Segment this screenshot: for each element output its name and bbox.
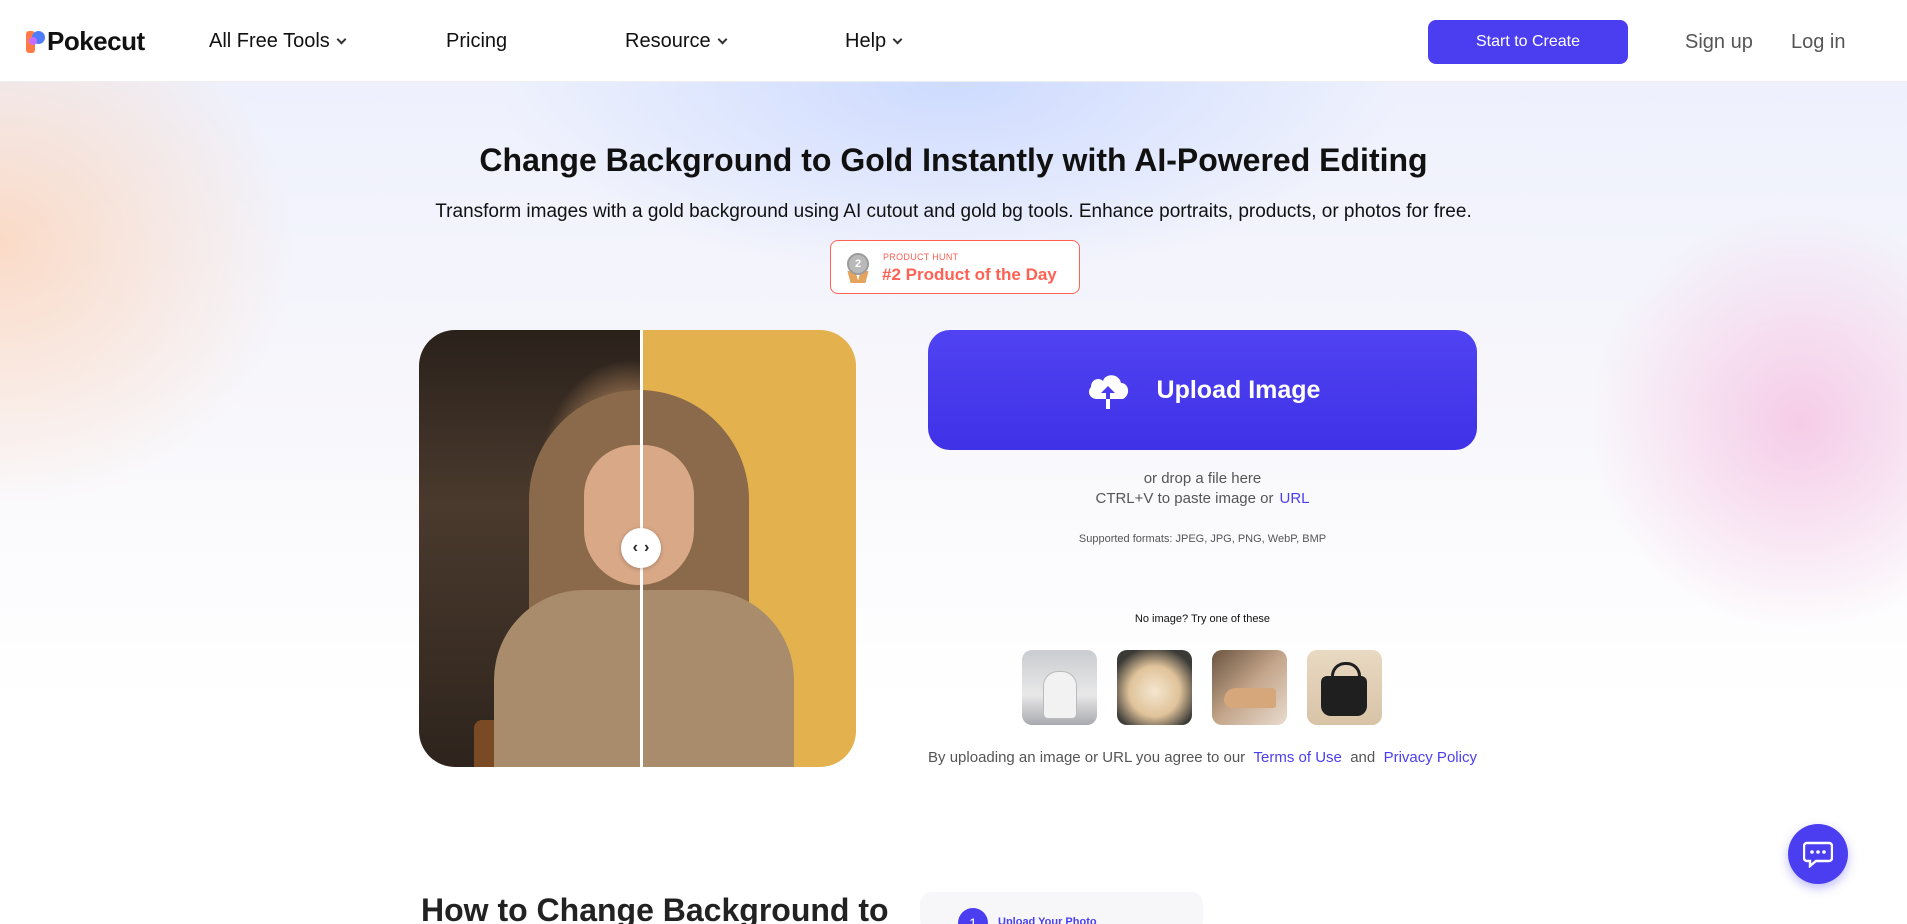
chevron-left-icon: ‹: [632, 539, 638, 556]
page-title: Change Background to Gold Instantly with…: [479, 142, 1428, 178]
paste-hint: CTRL+V to paste image or URL: [928, 490, 1477, 507]
terms-notice: By uploading an image or URL you agree t…: [860, 749, 1545, 766]
product-hunt-badge[interactable]: 2 PRODUCT HUNT #2 Product of the Day: [830, 240, 1080, 294]
chat-support-button[interactable]: [1788, 824, 1848, 884]
nav-help[interactable]: Help: [845, 30, 903, 53]
sample-images: [1022, 650, 1382, 725]
chevron-down-icon: [892, 34, 903, 45]
nav-label: Help: [845, 30, 887, 52]
badge-kicker: PRODUCT HUNT: [883, 252, 959, 262]
compare-slider-handle[interactable]: ‹ ›: [621, 528, 661, 568]
nav-label: Resource: [625, 30, 711, 52]
badge-text: #2 Product of the Day: [882, 265, 1057, 284]
sample-woman[interactable]: [1022, 650, 1097, 725]
sample-shoes[interactable]: [1212, 650, 1287, 725]
brand-name: Pokecut: [47, 26, 145, 56]
top-nav: Pokecut All Free Tools Pricing Resource …: [0, 0, 1907, 82]
supported-formats: Supported formats: JPEG, JPG, PNG, WebP,…: [1078, 533, 1327, 545]
chevron-right-icon: ›: [644, 539, 650, 556]
nav-label: All Free Tools: [209, 30, 330, 52]
chevron-down-icon: [336, 34, 347, 45]
how-to-title: How to Change Background to: [421, 892, 889, 924]
sample-handbag[interactable]: [1307, 650, 1382, 725]
start-to-create-button[interactable]: Start to Create: [1428, 20, 1628, 64]
upload-image-button[interactable]: Upload Image: [928, 330, 1477, 450]
terms-prefix: By uploading an image or URL you agree t…: [928, 749, 1246, 766]
brand-logo[interactable]: Pokecut: [26, 26, 145, 57]
nav-resource[interactable]: Resource: [625, 30, 728, 53]
sample-dog[interactable]: [1117, 650, 1192, 725]
privacy-policy-link[interactable]: Privacy Policy: [1384, 749, 1477, 766]
paste-text: CTRL+V to paste image or: [1095, 490, 1274, 507]
portrait-subject: [474, 390, 804, 767]
cloud-upload-icon: [1088, 375, 1128, 409]
url-link[interactable]: URL: [1280, 490, 1310, 507]
medal-icon: 2: [845, 253, 871, 285]
step-label: Upload Your Photo: [998, 916, 1097, 924]
drop-hint: or drop a file here: [1143, 470, 1262, 487]
nav-label: Pricing: [446, 30, 508, 52]
log-in-link[interactable]: Log in: [1791, 31, 1846, 54]
sample-images-label: No image? Try one of these: [1134, 613, 1271, 625]
upload-button-label: Upload Image: [1156, 375, 1321, 404]
logo-icon: [26, 29, 46, 55]
sign-up-link[interactable]: Sign up: [1685, 31, 1753, 54]
before-after-comparison[interactable]: ‹ ›: [419, 330, 856, 767]
page-subtitle: Transform images with a gold background …: [435, 201, 1472, 222]
nav-pricing[interactable]: Pricing: [446, 30, 507, 53]
nav-all-free-tools[interactable]: All Free Tools: [209, 30, 347, 53]
terms-and: and: [1350, 749, 1376, 766]
terms-of-use-link[interactable]: Terms of Use: [1254, 749, 1342, 766]
chevron-down-icon: [717, 34, 728, 45]
chat-icon: [1803, 841, 1833, 868]
